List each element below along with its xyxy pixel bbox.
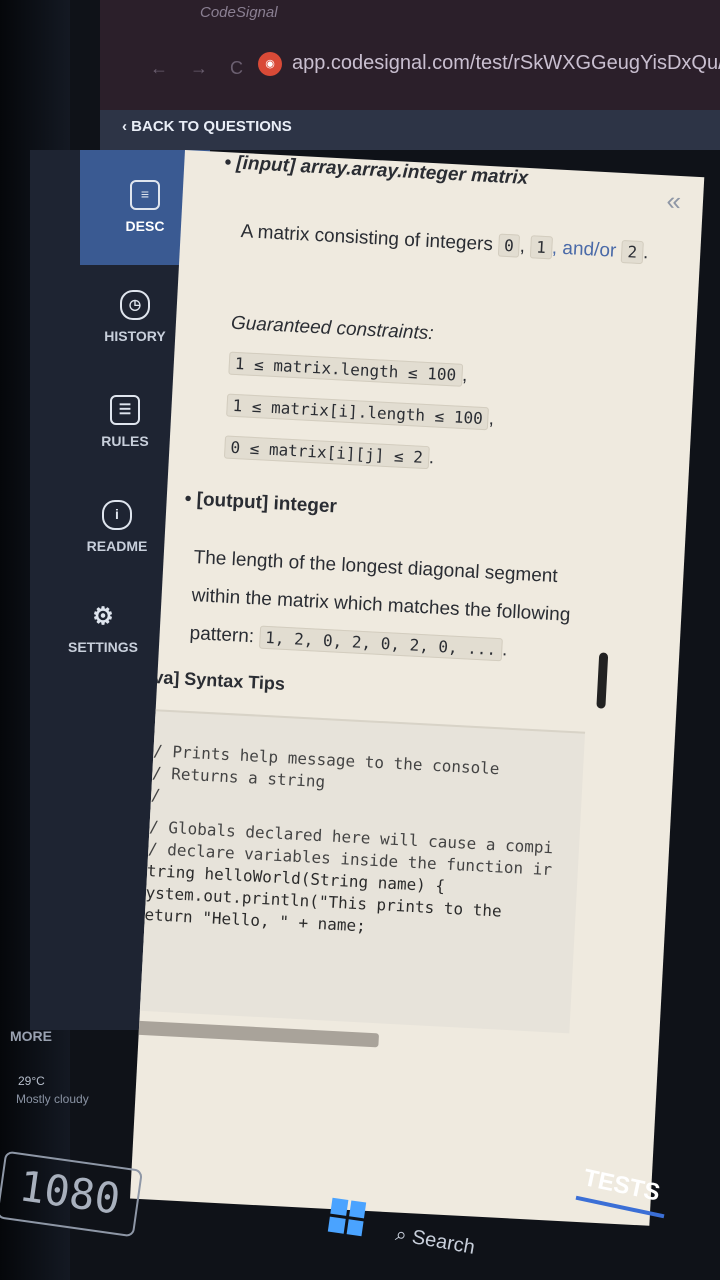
more-button[interactable]: MORE xyxy=(10,1028,52,1044)
sidebar-item-readme[interactable]: i README xyxy=(52,500,182,554)
weather-description: Mostly cloudy xyxy=(16,1092,89,1106)
horizontal-scrollbar[interactable] xyxy=(130,1019,380,1048)
back-to-questions-button[interactable]: ‹ BACK TO QUESTIONS xyxy=(122,118,292,135)
sidebar-item-label: README xyxy=(86,538,148,554)
input-text: A matrix consisting of integers xyxy=(240,221,494,256)
separator: . xyxy=(642,242,649,264)
vertical-scrollbar[interactable] xyxy=(596,652,609,709)
list-icon: ☰ xyxy=(110,395,140,425)
sidebar-item-settings[interactable]: ⚙ SETTINGS xyxy=(38,603,168,656)
output-line: The length of the longest diagonal segme… xyxy=(193,547,559,588)
sidebar-item-label: DESC xyxy=(125,218,165,234)
code-value: 2 xyxy=(620,240,644,265)
info-icon: i xyxy=(102,500,132,530)
constraint-code: 1 ≤ matrix[i].length ≤ 100 xyxy=(226,393,490,431)
windows-start-icon[interactable] xyxy=(327,1197,367,1237)
separator: . xyxy=(428,447,435,469)
code-value: 0 xyxy=(497,233,521,258)
constraint-item: 0 ≤ matrix[i][j] ≤ 2. xyxy=(223,435,435,470)
output-pattern-label: pattern: xyxy=(189,622,255,648)
sidebar-item-label: HISTORY xyxy=(104,328,166,344)
syntax-tips-code-box: // Prints help message to the console //… xyxy=(130,707,586,1034)
separator: , and/or xyxy=(551,237,617,262)
output-title: • [output] integer xyxy=(184,488,338,518)
input-description: A matrix consisting of integers 0, 1, an… xyxy=(240,213,681,274)
clock-icon: ◷ xyxy=(120,290,150,320)
browser-nav-icons[interactable]: ←→C xyxy=(150,58,265,79)
sidebar-item-label: RULES xyxy=(101,433,149,449)
output-title-text: [output] integer xyxy=(196,489,338,518)
output-pattern-code: 1, 2, 0, 2, 0, 2, 0, ... xyxy=(258,625,503,662)
constraints-label: Guaranteed constraints: xyxy=(230,312,435,345)
site-favicon-icon: ◉ xyxy=(258,52,282,76)
constraint-code: 1 ≤ matrix.length ≤ 100 xyxy=(228,351,463,387)
constraint-item: 1 ≤ matrix[i].length ≤ 100, xyxy=(226,393,495,431)
input-title-text: [input] array.array.integer matrix xyxy=(235,152,529,189)
sidebar-item-label: SETTINGS xyxy=(67,639,138,655)
address-bar-url[interactable]: app.codesignal.com/test/rSkWXGGeugYisDxQ… xyxy=(292,52,720,75)
gear-icon: ⚙ xyxy=(92,603,114,630)
search-label: Search xyxy=(410,1226,477,1259)
description-panel: « • [input] array.array.integer matrix A… xyxy=(130,150,705,1226)
search-icon: ⌕ xyxy=(393,1223,409,1247)
weather-temperature: 29°C xyxy=(18,1074,45,1088)
code-value: 1 xyxy=(529,235,553,260)
output-line: within the matrix which matches the foll… xyxy=(191,584,571,626)
separator: . xyxy=(501,639,509,661)
constraint-code: 0 ≤ matrix[i][j] ≤ 2 xyxy=(223,435,430,470)
back-label: BACK TO QUESTIONS xyxy=(131,118,292,135)
taskbar-search[interactable]: ⌕ Search xyxy=(394,1223,477,1260)
separator: , xyxy=(519,235,526,257)
input-title: • [input] array.array.integer matrix xyxy=(223,152,529,189)
collapse-panel-icon[interactable]: « xyxy=(666,185,682,217)
separator: , xyxy=(461,364,468,387)
browser-tab-title[interactable]: CodeSignal xyxy=(200,4,278,21)
document-icon: ≡ xyxy=(130,180,160,210)
separator: , xyxy=(488,408,495,430)
constraint-item: 1 ≤ matrix.length ≤ 100, xyxy=(228,351,468,387)
output-line: pattern: 1, 2, 0, 2, 0, 2, 0, .... xyxy=(189,623,508,662)
